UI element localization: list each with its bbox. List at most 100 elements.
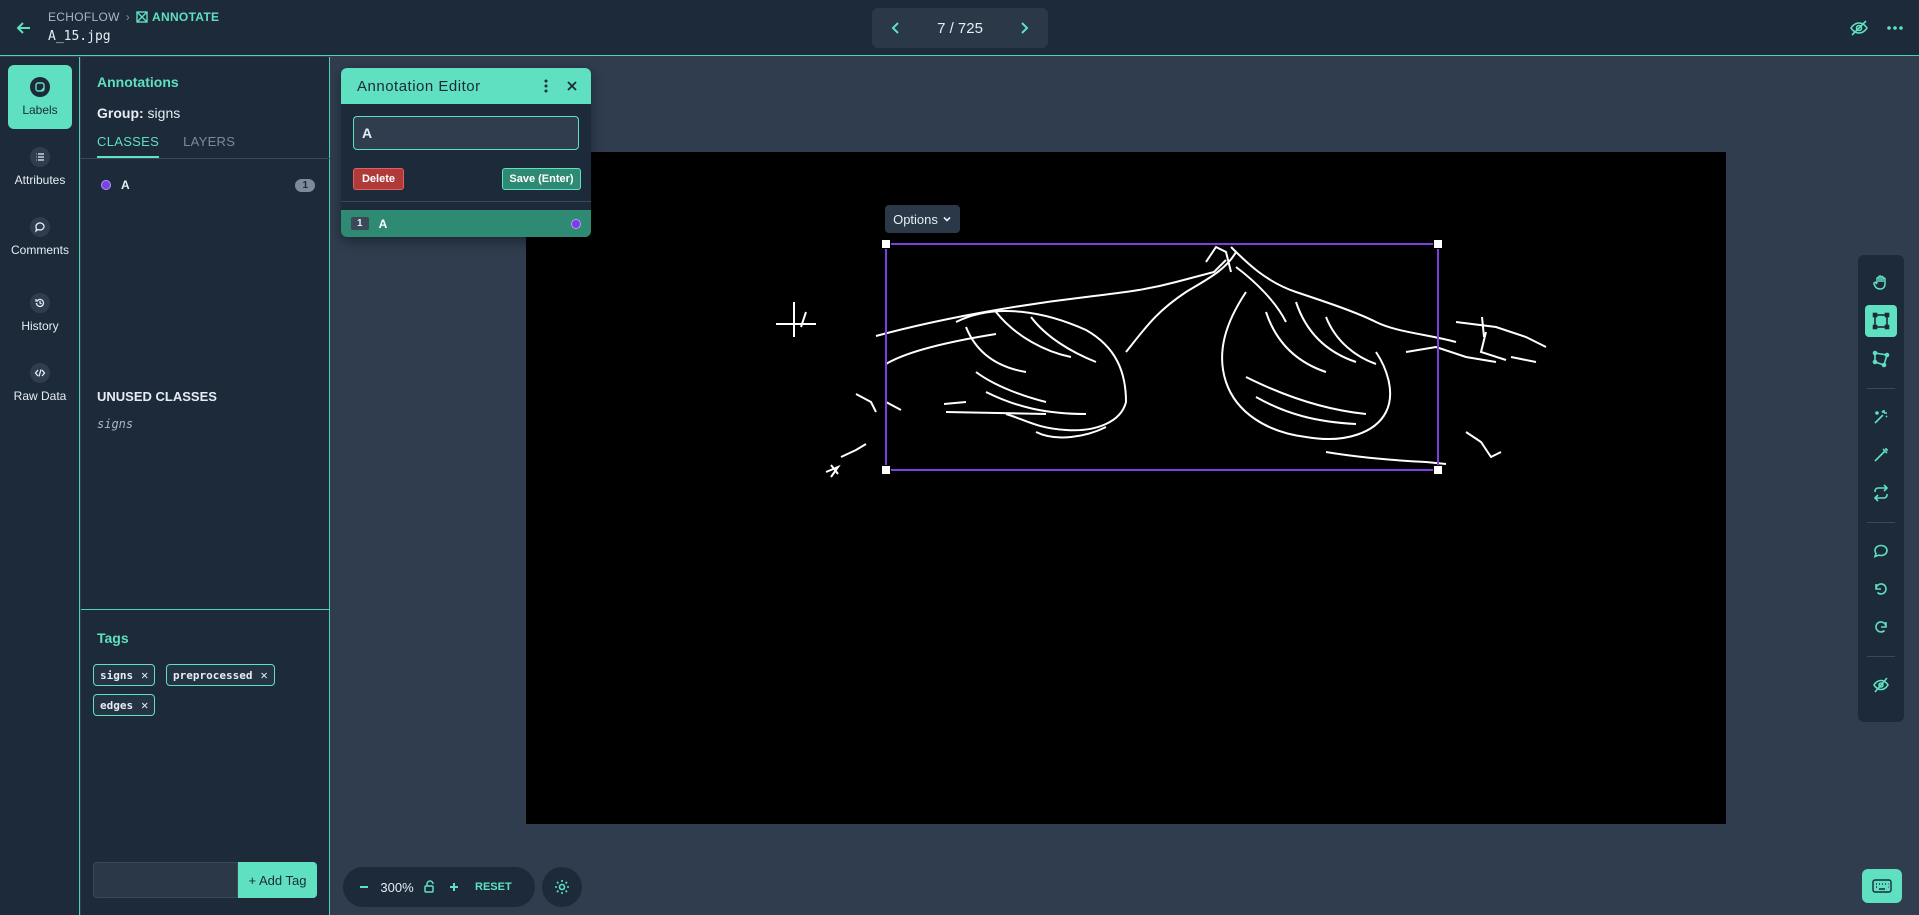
divider	[1867, 522, 1895, 523]
keyboard-shortcuts-icon[interactable]	[1862, 869, 1902, 903]
annotation-label-input[interactable]	[353, 116, 579, 150]
remove-tag-icon[interactable]: ✕	[141, 698, 148, 712]
rail-item-label: History	[21, 319, 59, 333]
rail-item-label: Attributes	[14, 173, 66, 187]
previous-image-icon[interactable]	[886, 18, 906, 38]
remove-tag-icon[interactable]: ✕	[260, 668, 267, 682]
tag-label: signs	[100, 668, 134, 682]
history-icon	[30, 293, 50, 313]
breadcrumb-current: ANNOTATE	[136, 10, 219, 24]
tag-chip: edges ✕	[93, 694, 156, 716]
more-vertical-icon[interactable]	[537, 77, 555, 95]
divider	[81, 609, 330, 610]
list-icon	[30, 147, 50, 167]
bounding-box-annotation[interactable]	[881, 239, 1443, 475]
tags-title: Tags	[97, 630, 129, 646]
class-color-dot	[571, 218, 581, 229]
page-indicator: 7 / 725	[937, 19, 983, 37]
tag-input[interactable]	[93, 862, 238, 898]
options-label: Options	[893, 211, 938, 227]
close-icon[interactable]	[563, 77, 581, 95]
redo-icon[interactable]	[1865, 611, 1897, 643]
editor-header[interactable]: Annotation Editor	[341, 68, 591, 104]
next-image-icon[interactable]	[1014, 18, 1034, 38]
add-tag-button[interactable]: + Add Tag	[238, 862, 317, 898]
panel-tabs: CLASSES LAYERS	[97, 134, 235, 158]
divider	[1867, 388, 1895, 389]
code-icon	[30, 363, 50, 383]
unused-class-item[interactable]: signs	[97, 417, 133, 431]
rail-item-label: Raw Data	[13, 389, 67, 403]
rail-item-comments[interactable]: Comments	[8, 205, 72, 269]
options-dropdown[interactable]: Options	[885, 205, 960, 233]
bounding-box-icon[interactable]	[1865, 305, 1897, 337]
zoom-controls: 300% RESET	[343, 867, 535, 907]
rail-item-label: Comments	[10, 243, 69, 257]
reset-zoom-button[interactable]: RESET	[475, 881, 512, 893]
annotations-panel: Annotations Group: signs CLASSES LAYERS …	[81, 57, 330, 915]
remove-tag-icon[interactable]: ✕	[141, 668, 148, 682]
save-button[interactable]: Save (Enter)	[502, 168, 581, 190]
class-item-a[interactable]: A 1	[101, 175, 315, 195]
labels-icon	[30, 77, 50, 97]
editor-title: Annotation Editor	[357, 78, 481, 95]
breadcrumb: ECHOFLOW › ANNOTATE	[48, 10, 219, 24]
annotation-index: 1	[351, 217, 369, 230]
left-rail: Labels Attributes Comments History Raw D…	[0, 57, 80, 915]
chevron-down-icon	[943, 216, 951, 222]
chevron-right-icon: ›	[125, 10, 131, 24]
image-pager: 7 / 725	[872, 8, 1048, 48]
tool-palette	[1858, 255, 1904, 722]
divider	[1867, 656, 1895, 657]
class-color-dot	[101, 180, 111, 190]
resize-handle[interactable]	[881, 465, 891, 475]
pan-icon[interactable]	[1865, 267, 1897, 299]
smart-wand-icon[interactable]	[1865, 439, 1897, 471]
polygon-icon[interactable]	[1865, 343, 1897, 375]
settings-icon[interactable]	[542, 867, 582, 907]
group-label: Group: signs	[97, 105, 181, 121]
tag-chip: signs ✕	[93, 664, 156, 686]
top-header: ECHOFLOW › ANNOTATE A_15.jpg 7 / 725	[0, 0, 1919, 56]
rail-item-attributes[interactable]: Attributes	[8, 135, 72, 199]
zoom-in-icon[interactable]	[445, 878, 463, 896]
tab-classes[interactable]: CLASSES	[97, 134, 160, 158]
tab-layers[interactable]: LAYERS	[183, 134, 235, 158]
back-arrow-icon[interactable]	[14, 18, 34, 38]
more-options-icon[interactable]	[1885, 18, 1905, 38]
annotation-class: A	[378, 216, 388, 231]
rail-item-label: Labels	[22, 103, 58, 117]
tag-label: edges	[100, 698, 134, 712]
comment-icon[interactable]	[1865, 535, 1897, 567]
unused-classes-title: UNUSED CLASSES	[97, 389, 217, 404]
zoom-level: 300%	[380, 879, 414, 895]
magic-wand-icon[interactable]	[1865, 401, 1897, 433]
divider	[81, 158, 330, 159]
rail-item-labels[interactable]: Labels	[8, 65, 72, 129]
undo-icon[interactable]	[1865, 573, 1897, 605]
resize-handle[interactable]	[1433, 465, 1443, 475]
annotate-icon	[136, 11, 148, 23]
rail-item-raw-data[interactable]: Raw Data	[8, 351, 72, 415]
unlock-icon[interactable]	[421, 878, 439, 896]
hide-annotations-icon[interactable]	[1849, 18, 1869, 38]
tag-chip: preprocessed ✕	[166, 664, 275, 686]
class-name: A	[121, 178, 130, 192]
breadcrumb-root[interactable]: ECHOFLOW	[48, 10, 120, 24]
repeat-icon[interactable]	[1865, 477, 1897, 509]
comment-icon	[30, 217, 50, 237]
file-name: A_15.jpg	[48, 29, 111, 44]
annotation-list-item[interactable]: 1 A	[341, 210, 591, 237]
delete-button[interactable]: Delete	[353, 168, 404, 190]
zoom-out-icon[interactable]	[355, 878, 373, 896]
group-value: signs	[147, 105, 181, 121]
resize-handle[interactable]	[1433, 239, 1443, 249]
resize-handle[interactable]	[881, 239, 891, 249]
tag-label: preprocessed	[173, 668, 253, 682]
annotation-editor: Annotation Editor Delete Save (Enter) 1 …	[341, 68, 591, 237]
divider	[341, 201, 591, 202]
class-count-badge: 1	[295, 178, 315, 192]
rail-item-history[interactable]: History	[8, 281, 72, 345]
hide-icon[interactable]	[1865, 669, 1897, 701]
panel-title: Annotations	[97, 74, 179, 90]
